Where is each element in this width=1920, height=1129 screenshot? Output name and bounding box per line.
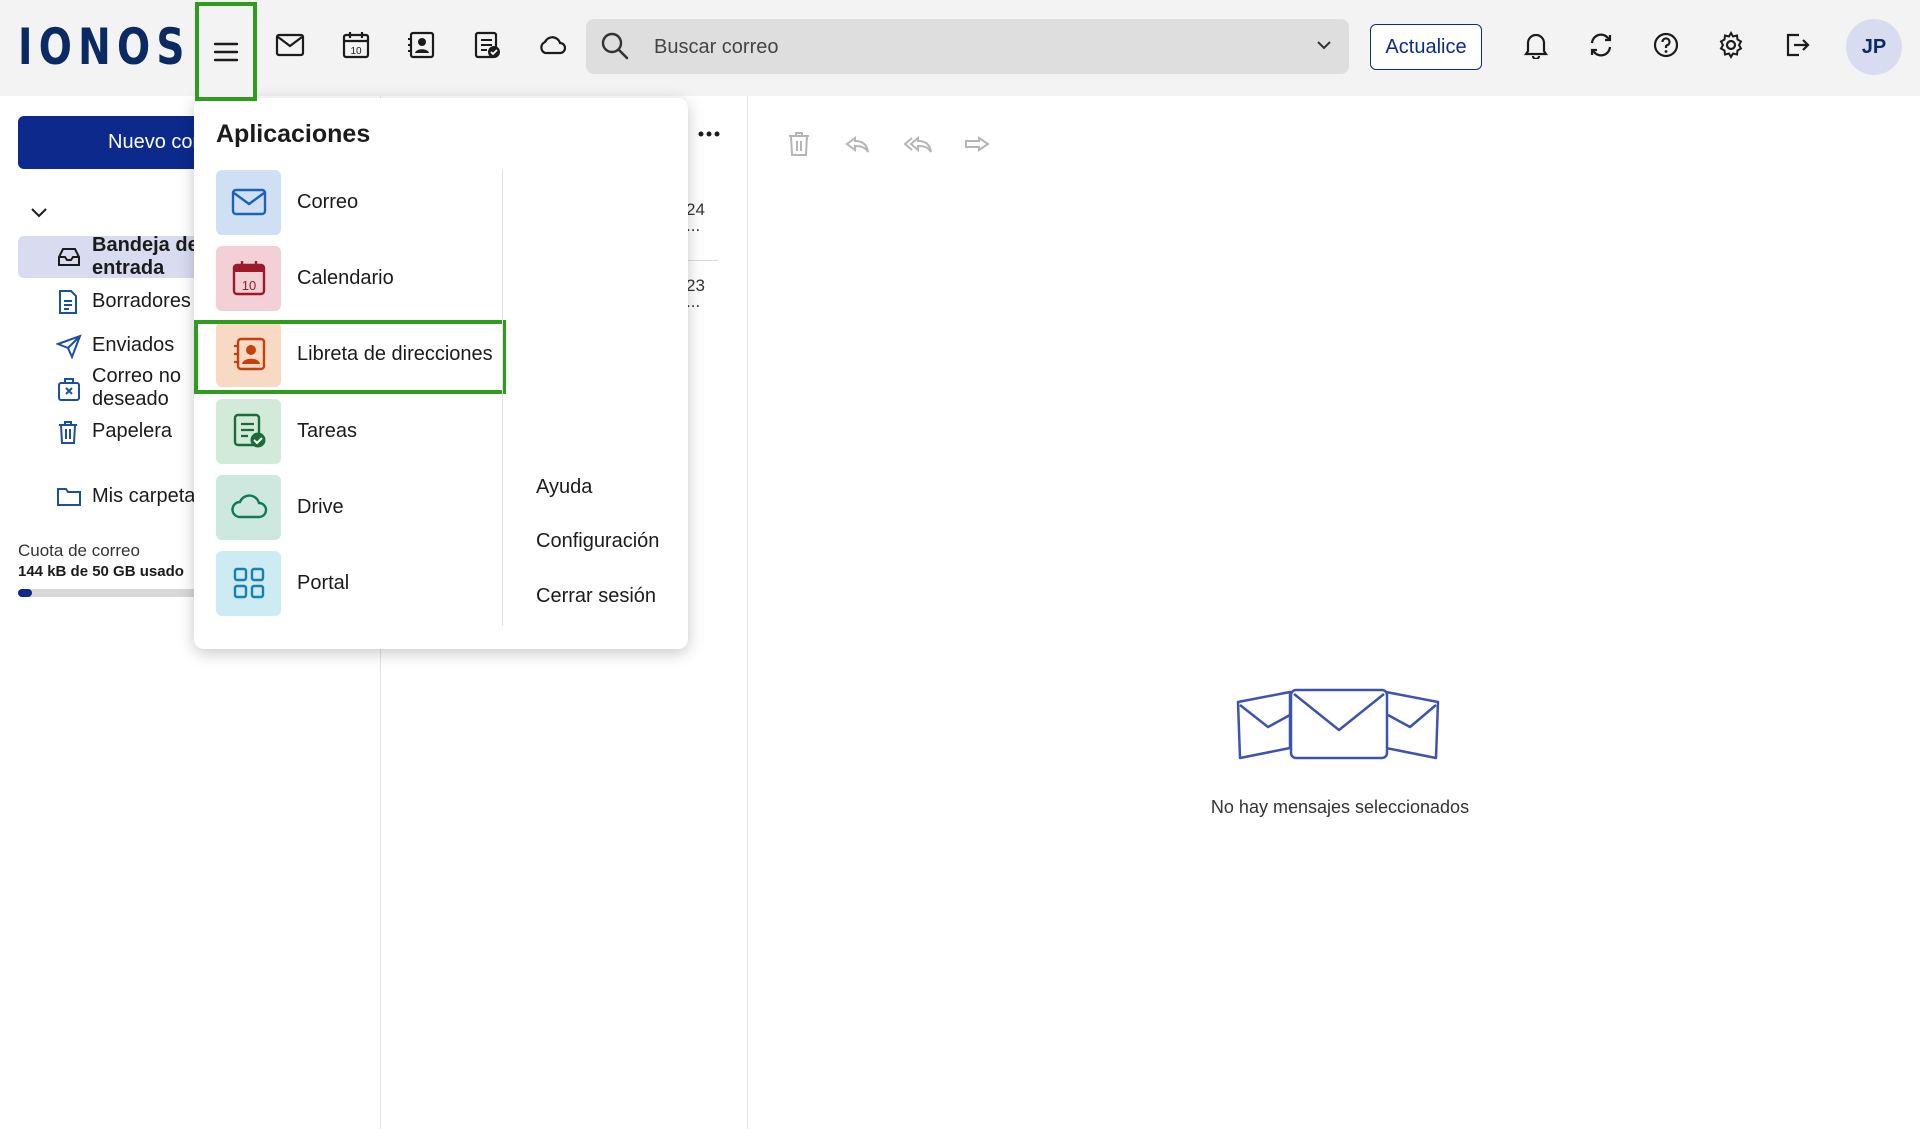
my-folders-label: Mis carpetas xyxy=(92,484,206,507)
contacts-icon[interactable] xyxy=(404,28,438,62)
svg-text:10: 10 xyxy=(241,278,255,293)
quota-label: Cuota de correo xyxy=(18,541,140,560)
avatar[interactable]: JP xyxy=(1846,19,1902,75)
svg-text:10: 10 xyxy=(350,46,362,57)
quota-bar xyxy=(18,589,218,597)
trash-icon xyxy=(56,419,80,445)
settings-link[interactable]: Configuración xyxy=(536,530,659,553)
chevron-down-icon[interactable] xyxy=(1315,36,1333,54)
empty-state-message: No hay mensajes seleccionados xyxy=(1210,797,1470,817)
calendar-icon[interactable]: 10 xyxy=(339,28,373,62)
envelopes-illustration xyxy=(1236,688,1442,764)
calendar-icon: 10 xyxy=(216,245,281,311)
quota-value: 144 kB de 50 GB usado xyxy=(18,563,184,580)
mail-icon xyxy=(216,169,281,235)
folder-label: Borradores xyxy=(92,289,191,312)
cloud-icon xyxy=(216,474,281,540)
grid-icon xyxy=(216,550,281,616)
delete-icon[interactable] xyxy=(786,130,812,158)
more-options-icon[interactable] xyxy=(697,130,721,138)
app-item-drive[interactable]: Drive xyxy=(216,474,492,540)
list-item-preview[interactable]: ... xyxy=(686,216,700,236)
search-bar[interactable]: Buscar correo xyxy=(586,19,1349,74)
search-icon xyxy=(600,31,630,61)
apps-menu-title: Aplicaciones xyxy=(216,120,371,148)
hamburger-menu-icon xyxy=(213,41,239,63)
gear-icon[interactable] xyxy=(1714,28,1748,62)
app-item-portal[interactable]: Portal xyxy=(216,550,492,616)
highlight-box xyxy=(194,320,506,394)
apps-menu-divider xyxy=(502,170,503,626)
hamburger-menu-button[interactable] xyxy=(195,2,257,101)
search-input[interactable]: Buscar correo xyxy=(654,36,779,59)
send-icon xyxy=(56,333,82,359)
cloud-icon[interactable] xyxy=(535,28,569,62)
draft-icon xyxy=(56,289,80,315)
list-item-preview[interactable]: ... xyxy=(686,292,700,312)
folder-label: Enviados xyxy=(92,333,175,356)
reply-icon[interactable] xyxy=(844,130,872,158)
spam-icon xyxy=(56,376,82,402)
app-label: Drive xyxy=(297,495,344,518)
mail-icon[interactable] xyxy=(273,28,307,62)
bell-icon[interactable] xyxy=(1519,28,1553,62)
help-link[interactable]: Ayuda xyxy=(536,476,592,499)
app-label: Tareas xyxy=(297,419,358,442)
reply-all-icon[interactable] xyxy=(903,130,935,158)
app-label: Portal xyxy=(297,571,350,594)
app-label: Correo xyxy=(297,190,359,213)
logout-icon[interactable] xyxy=(1780,28,1814,62)
tasks-icon[interactable] xyxy=(470,28,504,62)
app-item-tasks[interactable]: Tareas xyxy=(216,398,492,464)
quota-fill xyxy=(18,589,32,597)
tasks-icon xyxy=(216,398,281,464)
ionos-logo[interactable]: IONOS xyxy=(18,20,191,74)
forward-icon[interactable] xyxy=(963,130,991,158)
list-separator xyxy=(685,260,718,261)
folder-icon xyxy=(56,484,82,508)
app-label: Calendario xyxy=(297,266,394,289)
top-bar: IONOS 10 Buscar correo Actualice JP xyxy=(0,0,1920,101)
app-item-calendar[interactable]: 10 Calendario xyxy=(216,245,492,311)
chevron-down-icon[interactable] xyxy=(28,202,50,222)
app-item-mail[interactable]: Correo xyxy=(216,169,492,235)
help-icon[interactable] xyxy=(1649,28,1683,62)
upgrade-button[interactable]: Actualice xyxy=(1370,24,1482,70)
folder-label: Papelera xyxy=(92,419,173,442)
inbox-icon xyxy=(56,245,82,269)
apps-menu: Aplicaciones Correo 10 Calendario Libret… xyxy=(194,98,688,649)
list-divider xyxy=(747,96,748,1129)
sync-icon[interactable] xyxy=(1584,28,1618,62)
logout-link[interactable]: Cerrar sesión xyxy=(536,585,656,608)
